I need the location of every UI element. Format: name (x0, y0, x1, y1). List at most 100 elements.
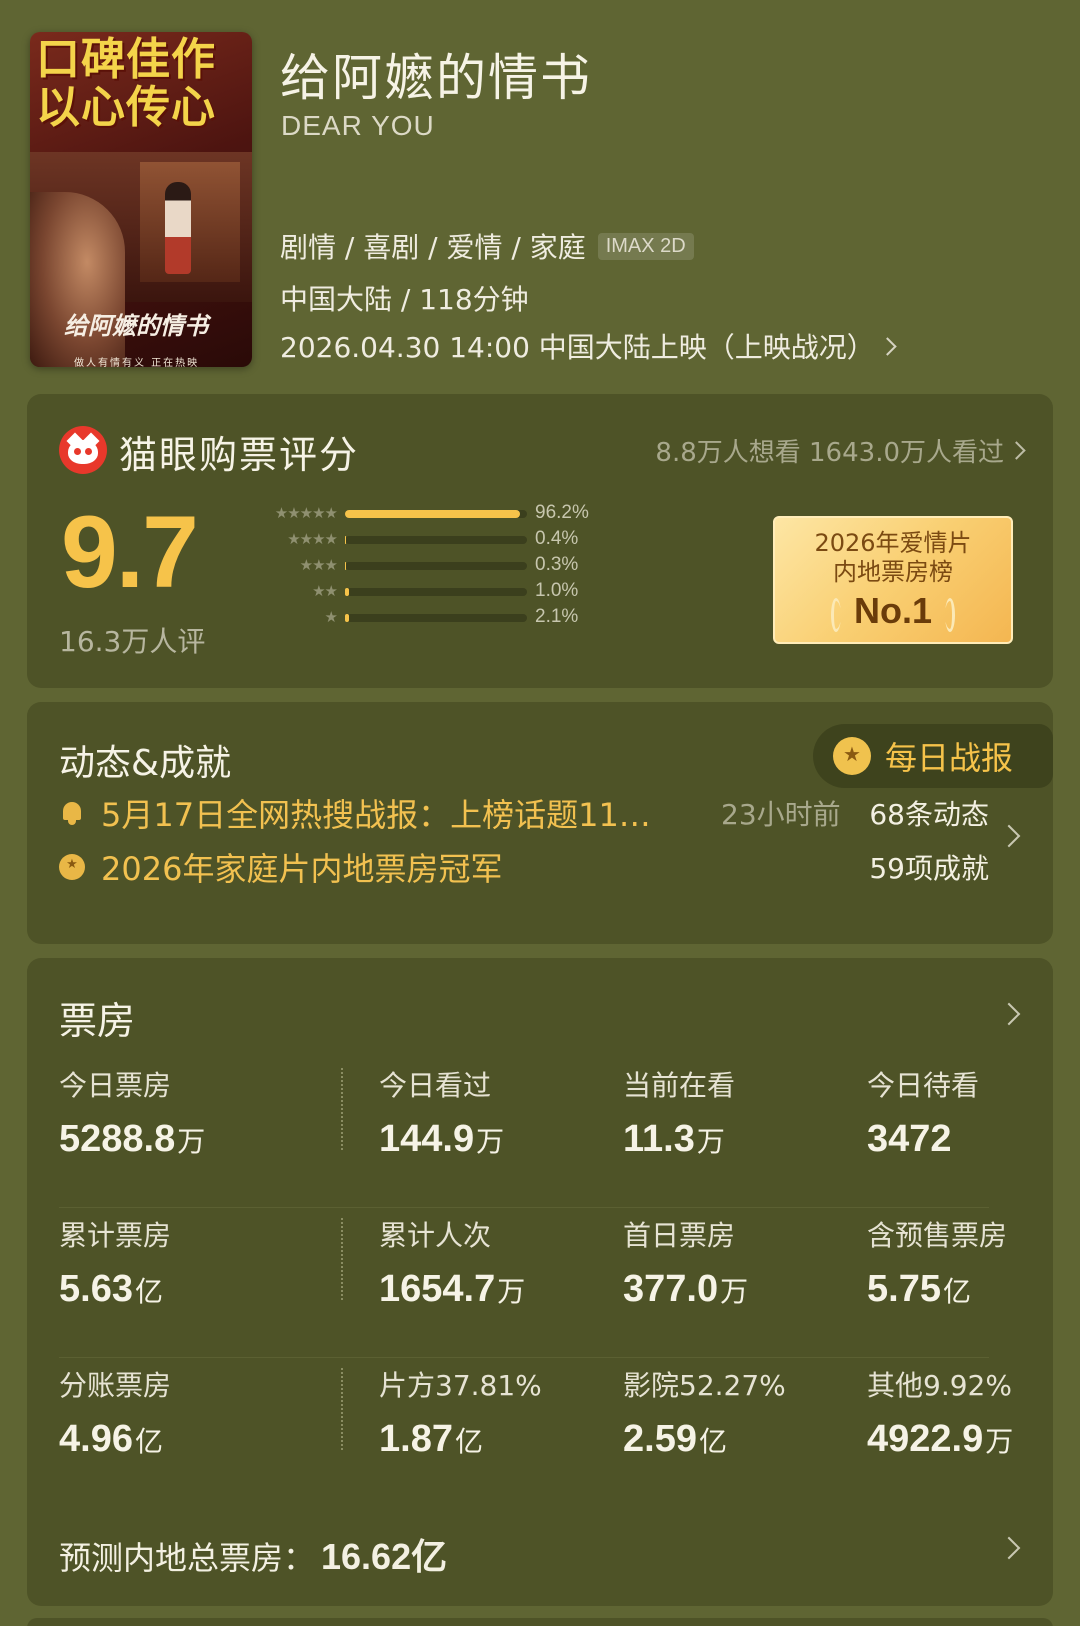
metric-unit: 亿 (134, 1426, 163, 1457)
box-office-cell: 分账票房 4.96亿 (59, 1364, 171, 1461)
metric-value: 144.9万 (379, 1118, 504, 1161)
forecast-row[interactable]: 预测内地总票房： 16.62亿 (59, 1528, 447, 1580)
rating-count: 16.3万人评 (59, 625, 206, 658)
dist-percent: 0.3% (535, 554, 579, 575)
forecast-label: 预测内地总票房： (59, 1539, 316, 1577)
metric-label: 今日看过 (379, 1069, 492, 1102)
rating-stats-link[interactable]: 8.8万人想看 1643.0万人看过 (655, 432, 1026, 469)
poster-tagline: 做人有情有义 正在热映 (74, 358, 200, 367)
metric-value: 5.75亿 (867, 1268, 1007, 1311)
metric-label: 今日票房 (59, 1069, 172, 1102)
column-divider (341, 1068, 343, 1150)
dynamics-count: 68条动态 (869, 798, 989, 831)
metric-value: 377.0万 (623, 1268, 748, 1311)
metric-value: 1654.7万 (379, 1268, 525, 1311)
box-office-arrow[interactable] (995, 1002, 1021, 1026)
box-office-grid: 今日票房 5288.8万 今日看过 144.9万 当前在看 11.3万 今日待看 3472 累计… (59, 1058, 1013, 1508)
box-office-cell: 今日看过 144.9万 (379, 1064, 504, 1161)
metric-label: 当前在看 (623, 1069, 736, 1102)
box-office-cell: 其他9.92% 4922.9万 (867, 1364, 1013, 1461)
column-divider (341, 1218, 343, 1300)
metric-value: 5.63亿 (59, 1268, 171, 1311)
dist-percent: 2.1% (535, 606, 579, 627)
dist-bar-track (345, 614, 527, 622)
metric-label: 含预售票房 (867, 1219, 1008, 1252)
dist-bar-fill (345, 536, 346, 544)
metric-number: 4.96 (59, 1418, 133, 1460)
dist-percent: 96.2% (535, 502, 589, 523)
star-icons: ★ (324, 608, 338, 626)
metric-value: 4922.9万 (867, 1418, 1013, 1461)
star-icons: ★★ (312, 582, 338, 600)
metric-number: 377.0 (623, 1268, 719, 1310)
achievement-medal-icon (59, 854, 85, 880)
rank-badge-line1: 2026年爱情片 (814, 529, 972, 557)
dynamics-news-time: 23小时前 (721, 798, 841, 831)
metric-unit: 亿 (134, 1276, 163, 1307)
metric-number: 11.3 (623, 1118, 695, 1160)
poster-headline: 口碑佳作 以心传心 (36, 36, 248, 132)
next-card (27, 1618, 1053, 1626)
dynamics-arrow[interactable] (995, 824, 1021, 848)
dist-bar-fill (345, 588, 349, 596)
daily-report-button[interactable]: 每日战报 (813, 724, 1053, 788)
rating-dist-row: ★ 2.1% (235, 604, 615, 630)
movie-region-duration: 中国大陆 / 118分钟 (280, 283, 529, 316)
box-office-row: 今日票房 5288.8万 今日看过 144.9万 当前在看 11.3万 今日待看 3472 (59, 1058, 989, 1208)
achievement-count: 59项成就 (869, 852, 989, 885)
metric-label: 今日待看 (867, 1069, 980, 1102)
maoyan-cat-logo-icon (59, 426, 107, 474)
box-office-cell: 今日票房 5288.8万 (59, 1064, 205, 1161)
dynamics-card[interactable]: 动态&成就 每日战报 5月17日全网热搜战报：上榜话题11… 23小时前 68条… (27, 702, 1053, 944)
metric-label: 影院52.27% (623, 1369, 786, 1402)
dist-bar-track (345, 562, 527, 570)
rating-score: 9.7 (61, 495, 199, 609)
format-badge: IMAX 2D (597, 232, 694, 260)
rating-dist-row: ★★★★ 0.4% (235, 526, 615, 552)
forecast-value: 16.62亿 (321, 1536, 448, 1577)
poster-headline-line1: 口碑佳作 (36, 34, 216, 85)
forecast-arrow[interactable] (995, 1536, 1021, 1560)
achievement-text: 2026年家庭片内地票房冠军 (101, 850, 503, 888)
chevron-right-icon (997, 824, 1021, 848)
dynamics-item-news[interactable]: 5月17日全网热搜战报：上榜话题11… 23小时前 68条动态 (59, 790, 989, 836)
rank-badge[interactable]: 2026年爱情片 内地票房榜 No.1 (773, 516, 1013, 644)
poster-girl (165, 182, 191, 274)
dynamics-item-achievement[interactable]: 2026年家庭片内地票房冠军 59项成就 (59, 844, 989, 890)
release-info-link[interactable]: 2026.04.30 14:00 中国大陆上映（上映战况） (280, 326, 897, 366)
metric-unit: 万 (497, 1276, 526, 1307)
metric-label: 累计票房 (59, 1219, 172, 1252)
dist-bar-track (345, 588, 527, 596)
metric-label: 分账票房 (59, 1369, 172, 1402)
metric-number: 4922.9 (867, 1418, 984, 1460)
box-office-cell: 首日票房 377.0万 (623, 1214, 748, 1311)
box-office-cell: 累计票房 5.63亿 (59, 1214, 171, 1311)
metric-value: 11.3万 (623, 1118, 735, 1161)
metric-unit: 万 (720, 1276, 749, 1307)
metric-number: 144.9 (379, 1118, 475, 1160)
rating-dist-row: ★★★★★ 96.2% (235, 500, 615, 526)
movie-title: 给阿嬷的情书 (280, 49, 592, 107)
box-office-cell: 今日待看 3472 (867, 1064, 979, 1161)
daily-report-label: 每日战报 (885, 739, 1014, 777)
metric-unit: 亿 (454, 1426, 483, 1457)
dynamics-title: 动态&成就 (59, 743, 232, 784)
metric-unit: 亿 (942, 1276, 971, 1307)
chevron-right-icon (997, 1002, 1021, 1026)
metric-unit: 万 (476, 1126, 505, 1157)
box-office-row: 分账票房 4.96亿 片方37.81% 1.87亿 影院52.27% 2.59亿 其他9.9… (59, 1358, 1013, 1508)
star-icons: ★★★★ (287, 530, 338, 548)
movie-genres: 剧情 / 喜剧 / 爱情 / 家庭 (280, 231, 586, 264)
metric-value: 5288.8万 (59, 1118, 205, 1161)
metric-value: 4.96亿 (59, 1418, 171, 1461)
rank-badge-number: No.1 (853, 590, 932, 631)
star-icons: ★★★★★ (274, 504, 338, 522)
rating-dist-row: ★★★ 0.3% (235, 552, 615, 578)
movie-poster[interactable]: 口碑佳作 以心传心 给阿嬷的情书 做人有情有义 正在热映 (30, 32, 252, 367)
want-watched-stats: 8.8万人想看 1643.0万人看过 (655, 438, 1004, 468)
movie-detail-page: 口碑佳作 以心传心 给阿嬷的情书 做人有情有义 正在热映 给阿嬷的情书 DEAR… (0, 0, 1080, 1626)
metric-label: 累计人次 (379, 1219, 492, 1252)
metric-value: 1.87亿 (379, 1418, 542, 1461)
poster-script-title: 给阿嬷的情书 (64, 311, 208, 340)
box-office-cell: 影院52.27% 2.59亿 (623, 1364, 786, 1461)
